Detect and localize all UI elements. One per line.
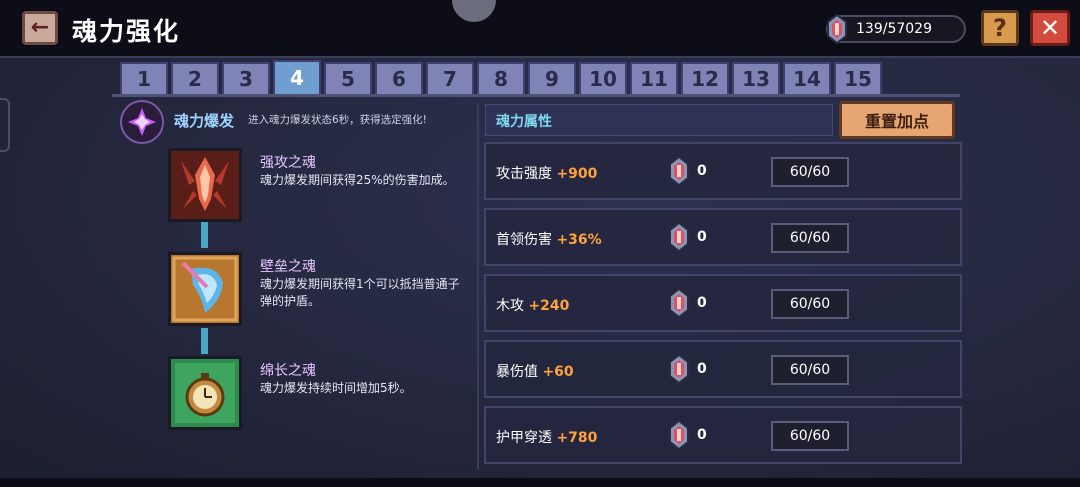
attribute-bonus: +60 <box>542 364 574 380</box>
attribute-label: 首领伤害 <box>496 232 552 248</box>
attribute-name: 护甲穿透 +780 <box>496 427 597 447</box>
attributes-header: 魂力属性 <box>485 104 833 136</box>
back-button[interactable]: ← <box>22 11 58 45</box>
attribute-bonus: +240 <box>528 298 570 314</box>
gem-count: 0 <box>697 229 707 245</box>
soul-gem-icon <box>669 420 689 450</box>
attribute-bonus: +900 <box>556 166 598 182</box>
skill-connector <box>201 222 208 248</box>
back-arrow-icon: ← <box>30 15 50 40</box>
tab-level-7[interactable]: 7 <box>426 62 474 94</box>
gem-count: 0 <box>697 163 707 179</box>
side-collapse-tab[interactable] <box>0 98 10 152</box>
gem-count: 0 <box>697 361 707 377</box>
level-progress[interactable]: 60/60 <box>771 223 849 253</box>
soul-gem-icon <box>669 288 689 318</box>
soul-burst-description: 进入魂力爆发状态6秒，获得选定强化! <box>248 114 427 126</box>
attributes-title: 魂力属性 <box>496 114 552 130</box>
attribute-label: 暴伤值 <box>496 364 538 380</box>
bottom-edge <box>0 478 1080 487</box>
currency-value: 139/57029 <box>856 21 932 37</box>
gem-count: 0 <box>697 295 707 311</box>
soul-gem-icon <box>827 14 847 44</box>
soul-burst-icon <box>120 100 164 144</box>
tab-level-10[interactable]: 10 <box>579 62 627 94</box>
tab-level-11[interactable]: 11 <box>630 62 678 94</box>
barrier-soul-icon <box>168 252 242 326</box>
page-title: 魂力强化 <box>72 17 181 46</box>
tab-level-12[interactable]: 12 <box>681 62 729 94</box>
top-bar: ← 魂力强化 139/57029 ? ✕ <box>0 0 1080 58</box>
attribute-row[interactable]: 护甲穿透 +780 0 60/60 <box>484 406 962 464</box>
skill-name: 壁垒之魂 <box>260 259 316 275</box>
attribute-row[interactable]: 木攻 +240 0 60/60 <box>484 274 962 332</box>
attribute-row[interactable]: 暴伤值 +60 0 60/60 <box>484 340 962 398</box>
duration-soul-icon <box>168 356 242 430</box>
soul-burst-title: 魂力爆发 <box>174 112 235 130</box>
tab-level-8[interactable]: 8 <box>477 62 525 94</box>
attribute-row[interactable]: 首领伤害 +36% 0 60/60 <box>484 208 962 266</box>
tab-level-1[interactable]: 1 <box>120 62 168 94</box>
gem-count: 0 <box>697 427 707 443</box>
close-button[interactable]: ✕ <box>1030 10 1070 46</box>
skill-description: 魂力爆发持续时间增加5秒。 <box>260 381 412 395</box>
column-divider <box>477 103 479 470</box>
level-progress[interactable]: 60/60 <box>771 289 849 319</box>
attribute-row[interactable]: 攻击强度 +900 0 60/60 <box>484 142 962 200</box>
attribute-name: 暴伤值 +60 <box>496 361 574 381</box>
soul-gem-icon <box>669 354 689 384</box>
attribute-name: 攻击强度 +900 <box>496 163 597 183</box>
attribute-label: 护甲穿透 <box>496 430 552 446</box>
reset-points-button[interactable]: 重置加点 <box>839 101 955 139</box>
tab-level-9[interactable]: 9 <box>528 62 576 94</box>
soul-gem-icon <box>669 156 689 186</box>
skill-connector <box>201 328 208 354</box>
skill-description: 魂力爆发期间获得1个可以抵挡普通子弹的护盾。 <box>260 277 460 308</box>
attribute-bonus: +36% <box>556 232 602 248</box>
tab-level-3[interactable]: 3 <box>222 62 270 94</box>
soul-gem-icon <box>669 222 689 252</box>
tab-bar-divider <box>112 94 960 97</box>
tab-level-5[interactable]: 5 <box>324 62 372 94</box>
level-tab-bar: 1 2 3 4 5 6 7 8 9 10 11 12 13 14 15 <box>120 60 882 94</box>
skill-name: 强攻之魂 <box>260 155 316 171</box>
skill-name: 绵长之魂 <box>260 363 316 379</box>
tab-level-6[interactable]: 6 <box>375 62 423 94</box>
tab-level-2[interactable]: 2 <box>171 62 219 94</box>
help-button[interactable]: ? <box>981 10 1019 46</box>
tab-level-4[interactable]: 4 <box>273 60 321 94</box>
attribute-label: 攻击强度 <box>496 166 552 182</box>
tab-level-15[interactable]: 15 <box>834 62 882 94</box>
attribute-label: 木攻 <box>496 298 524 314</box>
attack-soul-icon <box>168 148 242 222</box>
tab-level-13[interactable]: 13 <box>732 62 780 94</box>
attribute-name: 首领伤害 +36% <box>496 229 602 249</box>
attribute-bonus: +780 <box>556 430 598 446</box>
currency-display: 139/57029 <box>826 14 966 44</box>
skill-description: 魂力爆发期间获得25%的伤害加成。 <box>260 173 455 187</box>
level-progress[interactable]: 60/60 <box>771 157 849 187</box>
level-progress[interactable]: 60/60 <box>771 355 849 385</box>
top-handle-icon <box>452 0 496 22</box>
level-progress[interactable]: 60/60 <box>771 421 849 451</box>
crystal-icon <box>128 108 156 136</box>
attribute-name: 木攻 +240 <box>496 295 569 315</box>
tab-level-14[interactable]: 14 <box>783 62 831 94</box>
